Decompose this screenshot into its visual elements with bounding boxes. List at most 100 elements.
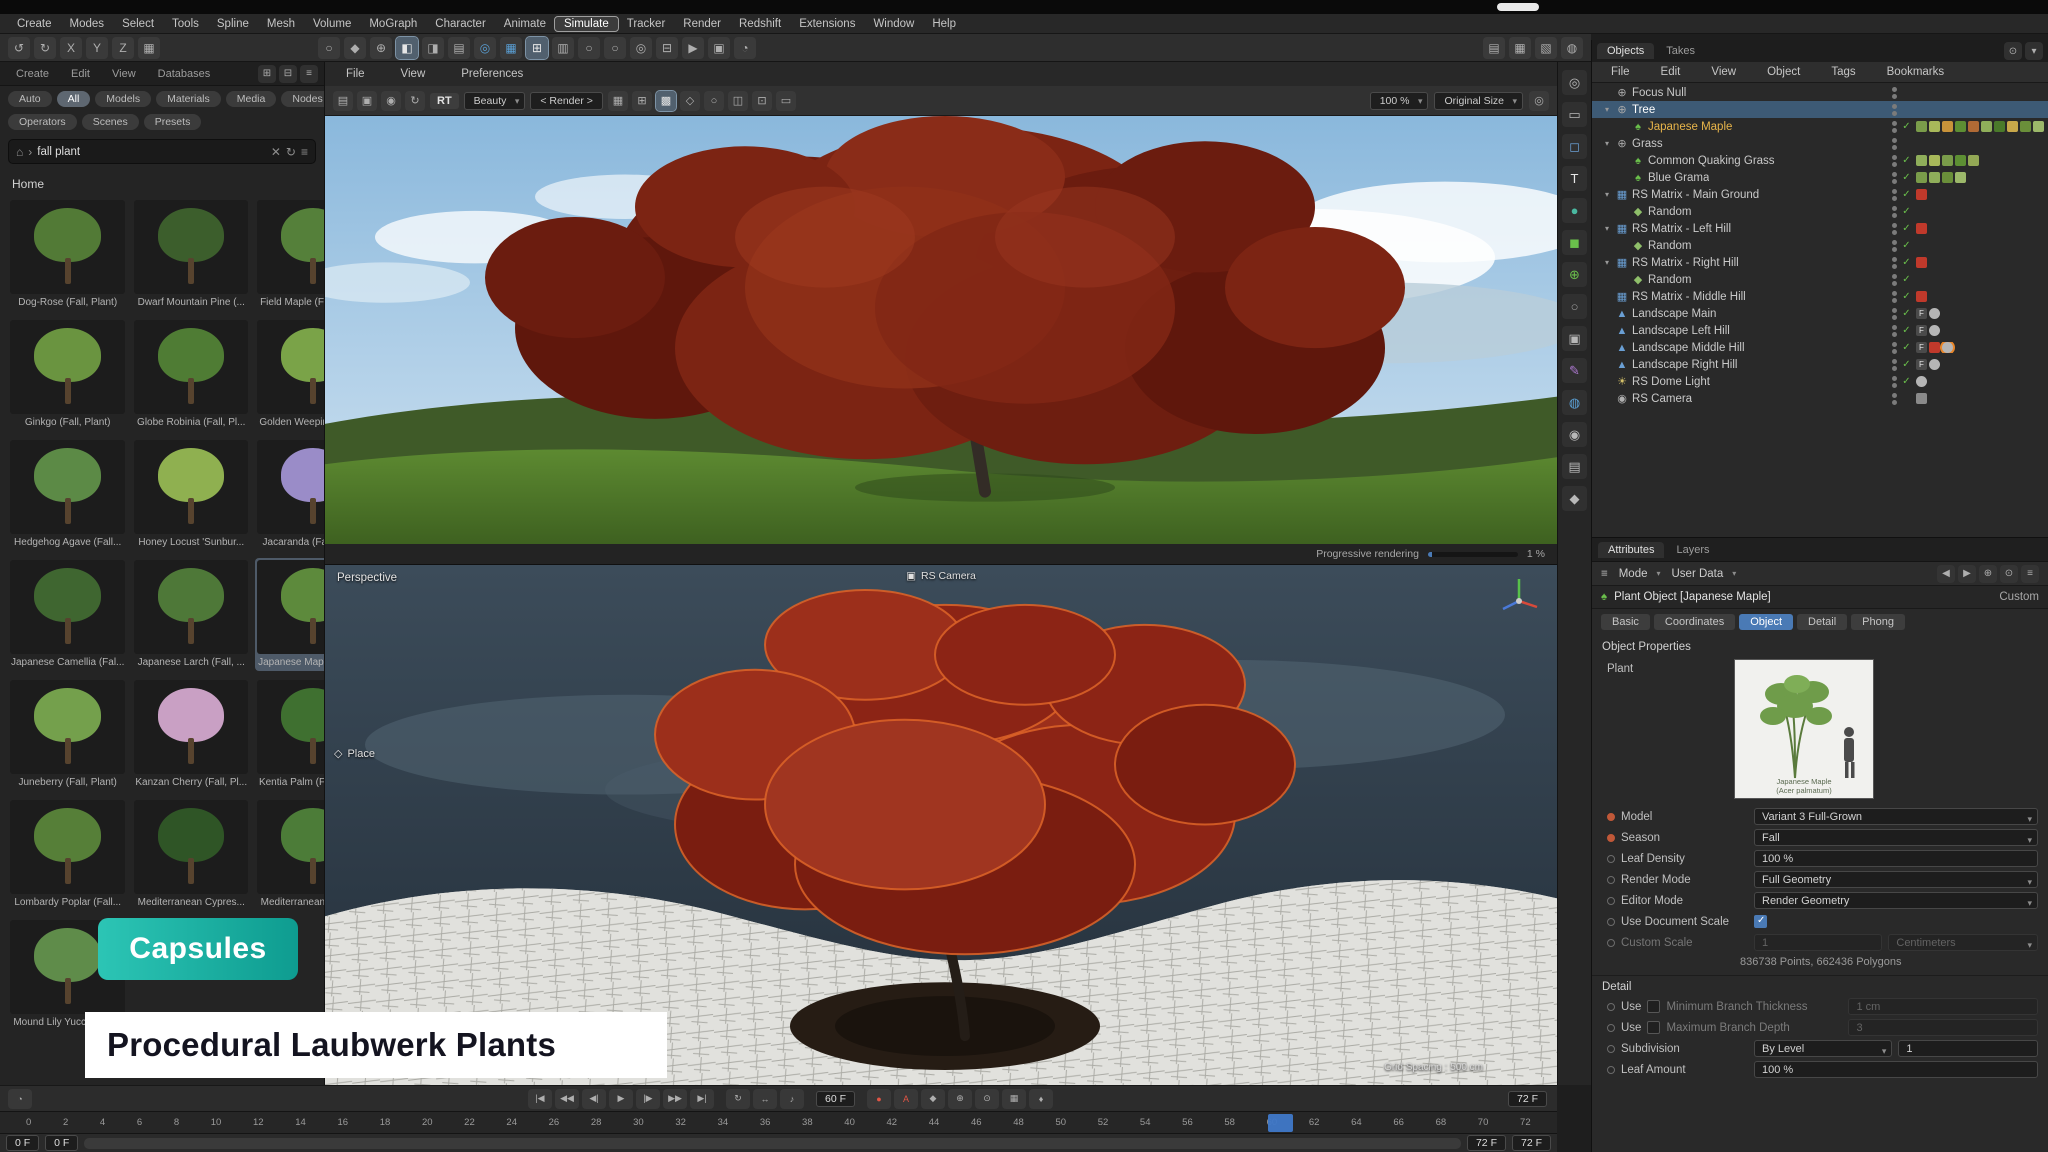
filter-button[interactable]: All bbox=[57, 91, 91, 107]
mode-dropdown[interactable]: Mode bbox=[1619, 568, 1661, 580]
tag-chip[interactable] bbox=[1942, 342, 1953, 353]
toolbar-icon[interactable]: ◀◀ bbox=[555, 1089, 579, 1109]
tag-chip[interactable] bbox=[1929, 121, 1940, 132]
field-value-2[interactable]: Centimeters bbox=[1888, 934, 2038, 951]
asset-plant-card[interactable]: Honey Locust 'Sunbur... bbox=[132, 438, 250, 551]
range-start-field[interactable]: 0 F bbox=[6, 1135, 39, 1151]
toolbar-icon[interactable]: ◀| bbox=[582, 1089, 606, 1109]
toolbar-icon[interactable]: ▤ bbox=[1483, 37, 1505, 59]
checkbox[interactable] bbox=[1754, 915, 1767, 928]
enabled-check-icon[interactable] bbox=[1900, 121, 1913, 132]
enabled-check-icon[interactable] bbox=[1900, 155, 1913, 166]
viewport-label[interactable]: Perspective bbox=[337, 572, 397, 584]
toolbar-icon[interactable]: ◼ bbox=[1562, 230, 1587, 255]
toolbar-icon[interactable]: ◎ bbox=[474, 37, 496, 59]
toolbar-icon[interactable]: ▣ bbox=[708, 37, 730, 59]
toolbar-icon[interactable]: ○ bbox=[318, 37, 340, 59]
object-name[interactable]: Landscape Main bbox=[1632, 308, 1716, 320]
panel-tab[interactable]: Edit bbox=[61, 66, 100, 82]
clock-icon[interactable]: ◔ bbox=[8, 1089, 32, 1109]
visibility-dots[interactable] bbox=[1892, 257, 1897, 269]
enabled-check-icon[interactable] bbox=[1900, 376, 1913, 387]
toolbar-icon[interactable]: ⊟ bbox=[279, 65, 297, 83]
toolbar-icon[interactable]: Z bbox=[112, 37, 134, 59]
menu-item[interactable]: Create bbox=[8, 17, 61, 31]
toolbar-icon[interactable]: ↻ bbox=[405, 91, 425, 111]
keyframe-marker[interactable] bbox=[1607, 1045, 1615, 1053]
object-row[interactable]: ◆ Random bbox=[1592, 271, 2048, 288]
tag-chip[interactable] bbox=[2033, 121, 2044, 132]
toolbar-icon[interactable]: ↺ bbox=[8, 37, 30, 59]
attribute-tab[interactable]: Phong bbox=[1851, 614, 1905, 630]
object-row[interactable]: ▲ Landscape Main F bbox=[1592, 305, 2048, 322]
object-name[interactable]: RS Matrix - Left Hill bbox=[1632, 223, 1731, 235]
expand-arrow-icon[interactable]: ▾ bbox=[1602, 258, 1612, 267]
asset-plant-card[interactable]: Juneberry (Fall, Plant) bbox=[8, 678, 127, 791]
tag-chip[interactable] bbox=[1929, 342, 1940, 353]
menu-item[interactable]: File bbox=[337, 67, 374, 81]
expand-arrow-icon[interactable]: ▾ bbox=[1602, 105, 1612, 114]
rt-button[interactable]: RT bbox=[430, 93, 459, 109]
tag-chip[interactable] bbox=[1929, 155, 1940, 166]
filter-button[interactable]: Scenes bbox=[82, 114, 139, 130]
panel-tab[interactable]: Create bbox=[6, 66, 59, 82]
toolbar-icon[interactable]: ▶ bbox=[609, 1089, 633, 1109]
visibility-dots[interactable] bbox=[1892, 189, 1897, 201]
toolbar-icon[interactable]: ≡ bbox=[2021, 565, 2039, 583]
object-name[interactable]: Landscape Middle Hill bbox=[1632, 342, 1745, 354]
toolbar-icon[interactable]: ⊕ bbox=[1562, 262, 1587, 287]
object-name[interactable]: RS Matrix - Right Hill bbox=[1632, 257, 1739, 269]
toolbar-icon[interactable]: ⊙ bbox=[2000, 565, 2018, 583]
toolbar-icon[interactable]: ⊟ bbox=[656, 37, 678, 59]
enabled-check-icon[interactable] bbox=[1900, 342, 1913, 353]
toolbar-icon[interactable]: ○ bbox=[1562, 294, 1587, 319]
enabled-check-icon[interactable] bbox=[1900, 240, 1913, 251]
attribute-tab[interactable]: Coordinates bbox=[1654, 614, 1735, 630]
current-frame-field[interactable]: 60 F bbox=[816, 1091, 855, 1107]
object-row[interactable]: ◉ RS Camera bbox=[1592, 390, 2048, 407]
object-row[interactable]: ▾ ⊕ Tree bbox=[1592, 101, 2048, 118]
field-value[interactable]: Variant 3 Full-Grown bbox=[1754, 808, 2038, 825]
object-row[interactable]: ☀ RS Dome Light bbox=[1592, 373, 2048, 390]
enabled-check-icon[interactable] bbox=[1900, 189, 1913, 200]
object-row[interactable]: ◆ Random bbox=[1592, 237, 2048, 254]
visibility-dots[interactable] bbox=[1892, 274, 1897, 286]
toolbar-icon[interactable]: ⊕ bbox=[370, 37, 392, 59]
refresh-icon[interactable]: ↻ bbox=[286, 145, 296, 159]
filter-button[interactable]: Presets bbox=[144, 114, 202, 130]
toolbar-icon[interactable]: ▭ bbox=[1562, 102, 1587, 127]
range-track[interactable] bbox=[84, 1138, 1461, 1149]
render-pass-dropdown[interactable]: Beauty bbox=[464, 92, 526, 110]
menu-item[interactable]: Redshift bbox=[730, 17, 790, 31]
place-tool-label[interactable]: ◇ Place bbox=[334, 747, 375, 760]
object-row[interactable]: ▲ Landscape Right Hill F bbox=[1592, 356, 2048, 373]
toolbar-icon[interactable]: ◎ bbox=[1529, 91, 1549, 111]
playhead-marker[interactable] bbox=[1268, 1114, 1293, 1132]
toolbar-icon[interactable]: |▶ bbox=[636, 1089, 660, 1109]
camera-label[interactable]: ▣ RS Camera bbox=[906, 570, 976, 582]
plant-preview-thumbnail[interactable]: Japanese Maple (Acer palmatum) bbox=[1734, 659, 1874, 799]
menu-item[interactable]: MoGraph bbox=[360, 17, 426, 31]
field-value-2[interactable]: 1 bbox=[1898, 1040, 2038, 1057]
tag-chip[interactable] bbox=[1916, 121, 1927, 132]
search-input[interactable] bbox=[37, 146, 266, 158]
zoom-dropdown[interactable]: 100 % bbox=[1370, 92, 1429, 110]
toolbar-icon[interactable]: ▩ bbox=[656, 91, 676, 111]
toolbar-icon[interactable]: ⊕ bbox=[948, 1089, 972, 1109]
range-start-field-2[interactable]: 0 F bbox=[45, 1135, 78, 1151]
object-name[interactable]: Common Quaking Grass bbox=[1648, 155, 1775, 167]
visibility-dots[interactable] bbox=[1892, 393, 1897, 405]
toolbar-icon[interactable]: ⊙ bbox=[975, 1089, 999, 1109]
render-view-canvas[interactable] bbox=[325, 116, 1557, 544]
keyframe-marker[interactable] bbox=[1607, 813, 1615, 821]
asset-plant-card[interactable]: Mediterranean Dwarf ... bbox=[255, 798, 325, 911]
field-value[interactable]: 1 bbox=[1754, 934, 1882, 951]
object-name[interactable]: RS Matrix - Main Ground bbox=[1632, 189, 1759, 201]
toolbar-icon[interactable]: ◇ bbox=[680, 91, 700, 111]
toolbar-icon[interactable]: ≡ bbox=[300, 65, 318, 83]
keyframe-marker[interactable] bbox=[1607, 918, 1615, 926]
enabled-check-icon[interactable] bbox=[1900, 257, 1913, 268]
visibility-dots[interactable] bbox=[1892, 240, 1897, 252]
toolbar-icon[interactable]: ▤ bbox=[333, 91, 353, 111]
enabled-check-icon[interactable] bbox=[1900, 291, 1913, 302]
